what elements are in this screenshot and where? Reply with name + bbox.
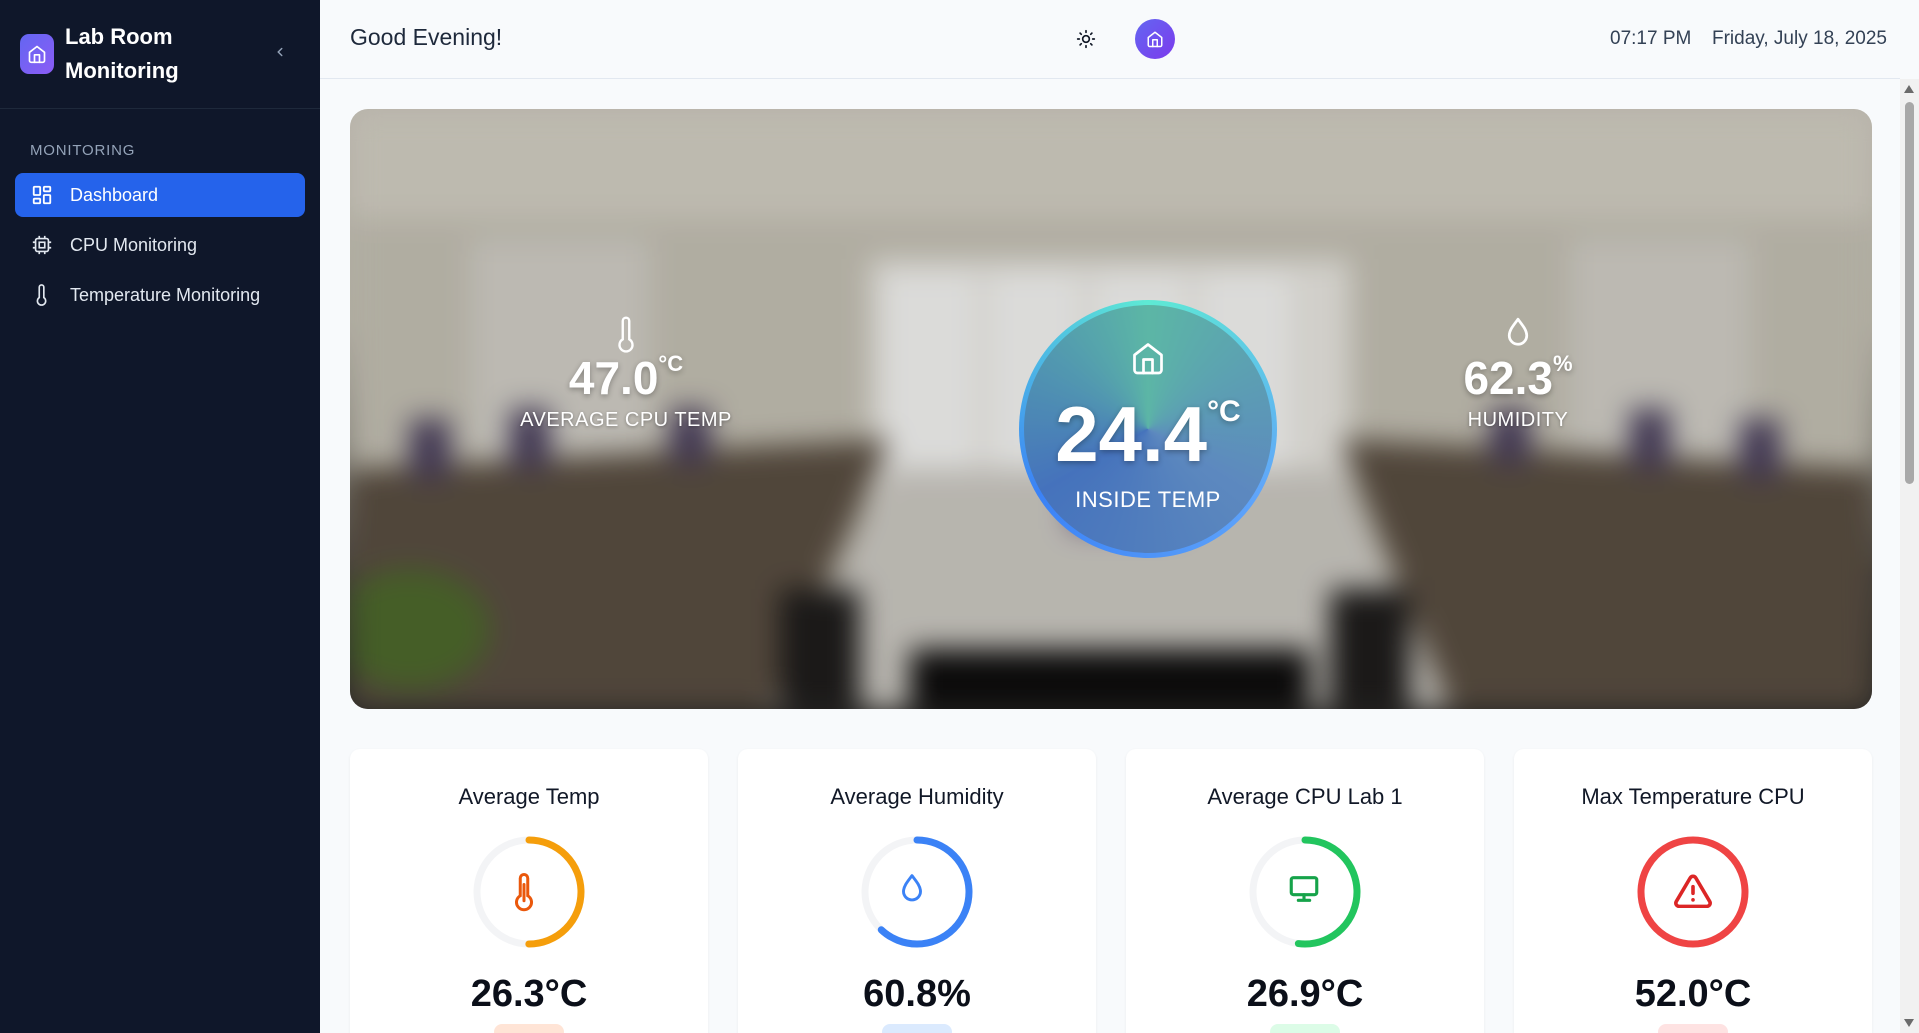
hero-banner: 47.0°C AVERAGE CPU TEMP 24.4°C INSIDE TE…	[350, 109, 1872, 709]
current-date: Friday, July 18, 2025	[1712, 28, 1887, 49]
droplet-icon	[897, 872, 937, 912]
inside-temp-ring: 24.4°C INSIDE TEMP	[1019, 300, 1277, 558]
average-cpu-lab1-value: 26.9°C	[1246, 973, 1364, 1015]
home-button[interactable]	[1135, 19, 1175, 59]
humidity-stat: 62.3% HUMIDITY	[1388, 315, 1648, 432]
thermometer-icon	[509, 872, 549, 912]
sidebar-item-cpu-monitoring[interactable]: CPU Monitoring	[15, 223, 305, 267]
home-icon	[1147, 31, 1163, 48]
cpu-chip-icon	[30, 233, 54, 257]
home-icon	[20, 34, 54, 74]
inside-temp-value: 24.4°C	[1055, 389, 1241, 478]
max-temperature-cpu-value: 52.0°C	[1634, 973, 1752, 1015]
sidebar-nav: Dashboard CPU Monitoring Temperature Mon…	[0, 173, 320, 317]
thermometer-icon	[30, 283, 54, 307]
card-title: Average Humidity	[830, 784, 1004, 809]
average-humidity-value: 60.8%	[863, 973, 971, 1015]
scroll-up-arrow[interactable]	[1904, 85, 1914, 93]
scroll-down-arrow[interactable]	[1904, 1019, 1914, 1027]
current-time: 07:17 PM	[1610, 28, 1692, 49]
alert-triangle-icon	[1673, 872, 1713, 912]
card-title: Average CPU Lab 1	[1207, 784, 1403, 809]
sidebar-item-label: Temperature Monitoring	[70, 284, 261, 305]
greeting: Good Evening!	[350, 24, 503, 50]
status-pill	[1658, 1024, 1728, 1033]
chevron-left-icon	[277, 47, 283, 57]
monitor-icon	[1285, 872, 1325, 912]
scroll-thumb[interactable]	[1905, 102, 1914, 484]
average-cpu-lab1-card: Average CPU Lab 1 26.9°C	[1126, 749, 1484, 1033]
average-cpu-temp-stat: 47.0°C AVERAGE CPU TEMP	[496, 315, 756, 432]
humidity-label: HUMIDITY	[1467, 409, 1569, 431]
average-cpu-lab1-gauge	[1246, 833, 1364, 951]
average-humidity-gauge	[858, 833, 976, 951]
dashboard-grid-icon	[30, 183, 54, 207]
max-temperature-cpu-card: Max Temperature CPU 52.0°C	[1514, 749, 1872, 1033]
vertical-scrollbar[interactable]	[1900, 79, 1919, 1033]
sidebar: Lab Room Monitoring MONITORING Dashboard…	[0, 0, 320, 1033]
collapse-sidebar-button[interactable]	[270, 42, 290, 62]
top-header: Good Evening! 07:17 PM Friday, July 18, …	[320, 0, 1900, 79]
card-title: Max Temperature CPU	[1581, 784, 1805, 809]
average-temp-card: Average Temp 26.3°C	[350, 749, 708, 1033]
card-title: Average Temp	[458, 784, 600, 809]
sidebar-item-label: CPU Monitoring	[70, 234, 198, 255]
thermometer-icon	[496, 315, 756, 355]
max-temperature-cpu-gauge	[1634, 833, 1752, 951]
average-temp-gauge	[470, 833, 588, 951]
average-humidity-card: Average Humidity 60.8%	[738, 749, 1096, 1033]
nav-section-title: MONITORING	[30, 142, 136, 159]
status-pill	[494, 1024, 564, 1033]
average-cpu-temp-value: 47.0°C	[568, 351, 684, 404]
sidebar-item-temperature-monitoring[interactable]: Temperature Monitoring	[15, 273, 305, 317]
average-temp-value: 26.3°C	[470, 973, 588, 1015]
droplet-icon	[1388, 315, 1648, 355]
sun-icon	[1076, 29, 1096, 49]
home-icon	[1130, 340, 1166, 381]
humidity-value: 62.3%	[1463, 351, 1573, 404]
average-cpu-temp-label: AVERAGE CPU TEMP	[520, 409, 732, 431]
sidebar-item-dashboard[interactable]: Dashboard	[15, 173, 305, 217]
inside-temp-label: INSIDE TEMP	[1075, 486, 1221, 512]
status-pill	[1270, 1024, 1340, 1033]
brand: Lab Room Monitoring	[0, 0, 320, 109]
sidebar-item-label: Dashboard	[70, 184, 159, 205]
app-title: Lab Room Monitoring	[65, 24, 179, 83]
status-pill	[882, 1024, 952, 1033]
theme-toggle-button[interactable]	[1074, 27, 1098, 51]
